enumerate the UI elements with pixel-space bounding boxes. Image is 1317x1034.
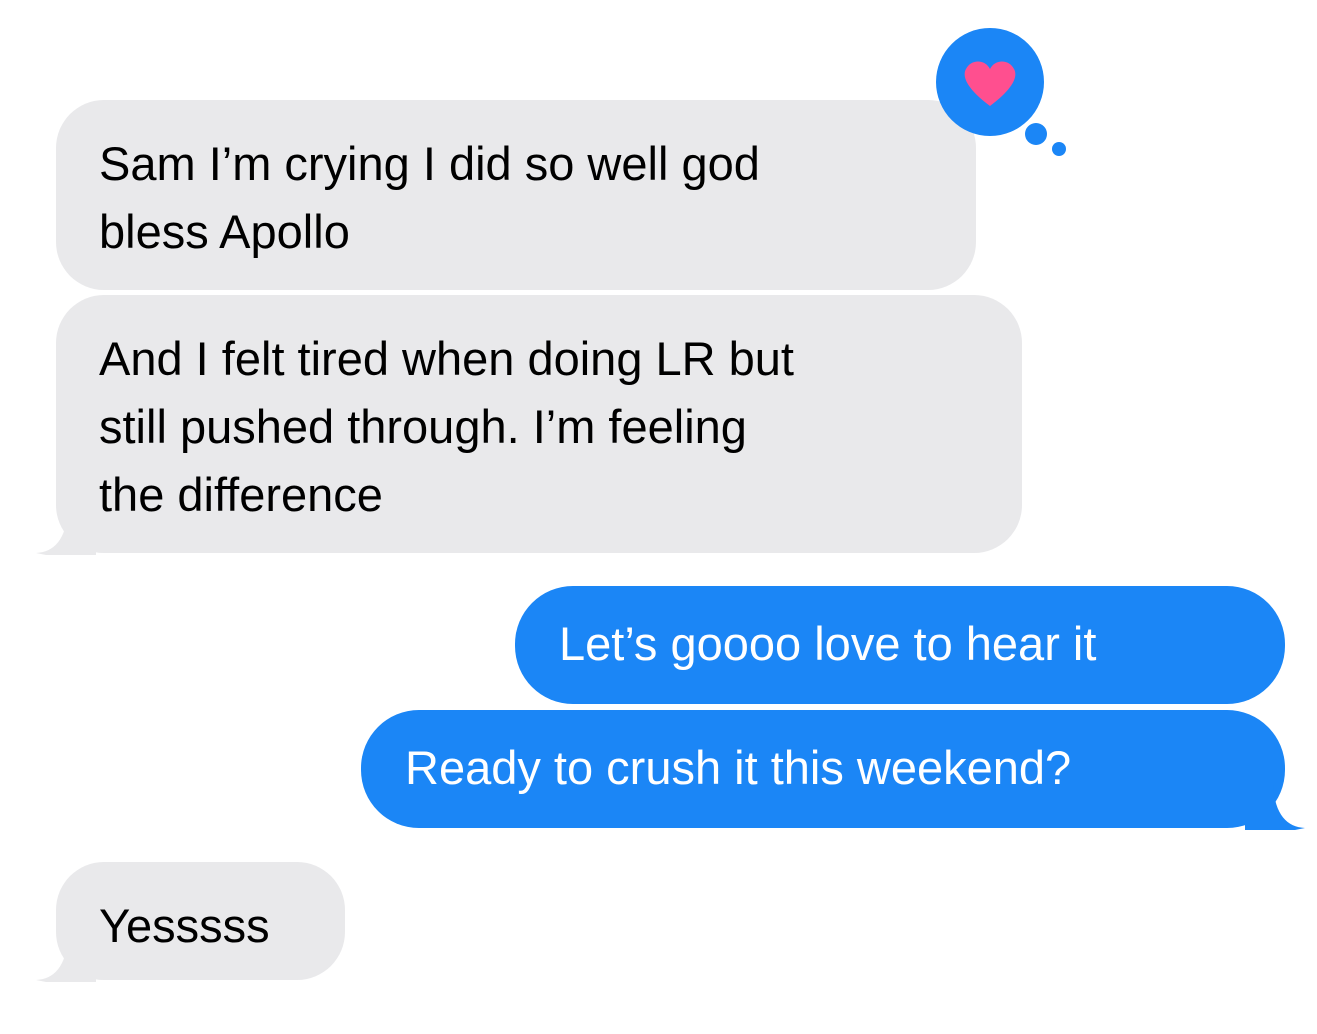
- message-text-line: Sam I’m crying I did so well god: [99, 137, 760, 190]
- message-bubble-sent[interactable]: Let’s goooo love to hear it: [515, 586, 1285, 704]
- heart-tapback-icon[interactable]: [936, 26, 1070, 156]
- message-text-line: Let’s goooo love to hear it: [559, 617, 1097, 670]
- message-text-line: And I felt tired when doing LR but: [99, 332, 794, 385]
- message-bubble-sent[interactable]: Ready to crush it this weekend?: [361, 710, 1285, 828]
- message-bubble-received[interactable]: And I felt tired when doing LR but still…: [56, 295, 1022, 553]
- message-text-line: Yesssss: [99, 899, 270, 952]
- message-text-line: still pushed through. I’m feeling: [99, 400, 747, 453]
- bubble-tail: [36, 510, 96, 555]
- message-bubble-received[interactable]: Sam I’m crying I did so well god bless A…: [56, 100, 976, 290]
- bubble-tail: [36, 937, 96, 982]
- message-text-line: the difference: [99, 468, 383, 521]
- message-bubble-received[interactable]: Yesssss: [56, 862, 345, 980]
- message-text-line: Ready to crush it this weekend?: [405, 741, 1072, 794]
- message-text-line: bless Apollo: [99, 205, 350, 258]
- bubble-tail: [1245, 785, 1305, 830]
